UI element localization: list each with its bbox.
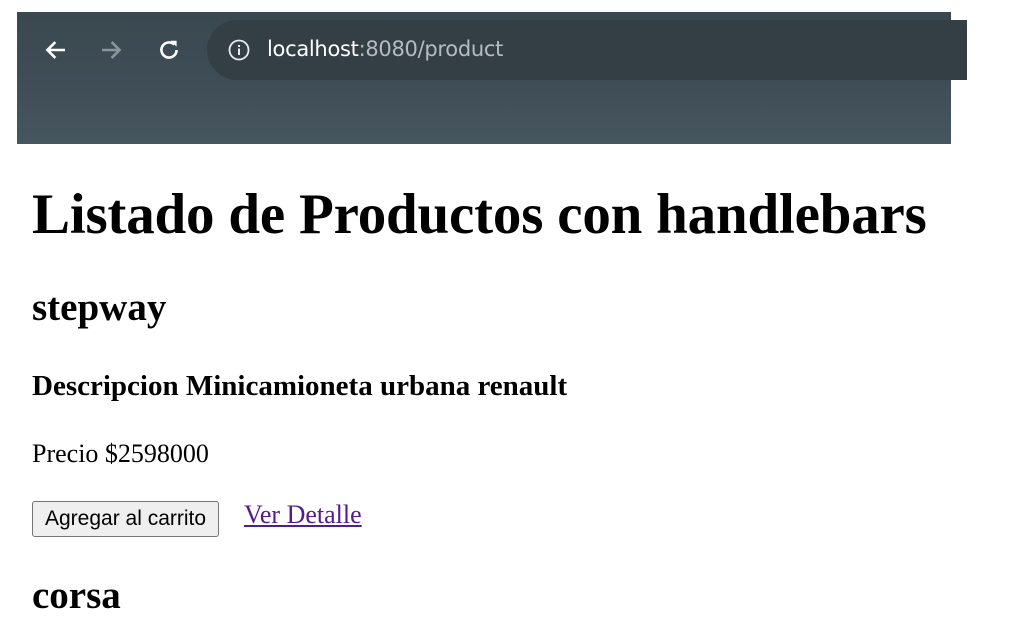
- product-name: corsa: [32, 574, 121, 617]
- product-price: Precio $2598000: [32, 439, 209, 468]
- arrow-right-icon: [102, 41, 122, 59]
- browser-toolbar: localhost:8080/product: [17, 12, 967, 144]
- url-host: localhost: [267, 37, 359, 61]
- forward-button[interactable]: [96, 34, 128, 66]
- product-name: stepway: [32, 286, 167, 329]
- address-bar[interactable]: localhost:8080/product: [207, 20, 967, 80]
- page-title: Listado de Productos con handlebars: [32, 183, 927, 246]
- view-detail-link[interactable]: Ver Detalle: [244, 498, 362, 532]
- url-text[interactable]: localhost:8080/product: [267, 35, 503, 63]
- product-description: Descripcion Minicamioneta urbana renault: [32, 370, 568, 402]
- arrow-left-icon: [45, 41, 65, 59]
- reload-button[interactable]: [153, 34, 185, 66]
- back-button[interactable]: [39, 34, 71, 66]
- info-icon[interactable]: [227, 38, 251, 62]
- reload-icon: [160, 40, 178, 59]
- add-to-cart-button[interactable]: Agregar al carrito: [32, 501, 220, 537]
- url-path: :8080/product: [358, 37, 504, 61]
